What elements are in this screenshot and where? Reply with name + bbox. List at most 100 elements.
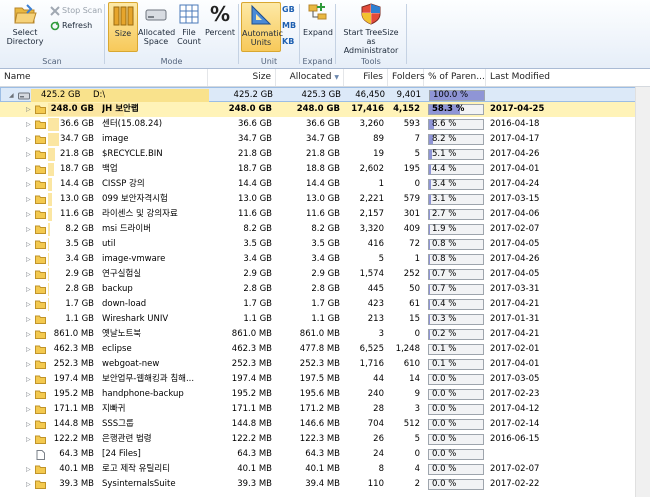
tree-row[interactable]: ▷ 13.0 GB 099 보안자격시험 13.0 GB 13.0 GB 2,221 579… [0,192,650,207]
vertical-scrollbar[interactable] [635,87,650,497]
tree-row[interactable]: ▷ 122.2 MB 은행관련 법령 122.2 MB 122.3 MB 26 5 0.0 %… [0,432,650,447]
tree-row[interactable]: ▷ 3.4 GB image-vmware 3.4 GB 3.4 GB 5 1 0.8 % 20… [0,252,650,267]
unit-gb-button[interactable]: GB [282,5,295,14]
tree-row[interactable]: ▷ 248.0 GB JH 보안랩 248.0 GB 248.0 GB 17,416 4,1… [0,102,650,117]
percent-text: 0.1 % [432,344,457,354]
allocated-cell: 1.1 GB [311,314,340,324]
folders-cell: 7 [414,134,420,144]
column-header-allocated[interactable]: Allocated ▼ [276,69,344,86]
folders-cell: 1,248 [395,344,420,354]
allocated-cell: 252.3 MB [299,359,340,369]
tree-row[interactable]: ▷ 2.9 GB 연구실험실 2.9 GB 2.9 GB 1,574 252 0.7 % 201… [0,267,650,282]
column-header-percent[interactable]: % of Paren... [424,69,486,86]
expand-arrow-icon[interactable]: ▷ [26,417,31,432]
tree-row[interactable]: ▷ 18.7 GB 백업 18.7 GB 18.8 GB 2,602 195 4.4 % 201… [0,162,650,177]
item-name: 로고 제작 유틸리티 [102,464,170,474]
tree-row[interactable]: ▷ 39.3 MB SysinternalsSuite 39.3 MB 39.4 MB 1… [0,477,650,492]
column-header-size[interactable]: Size [208,69,276,86]
expand-arrow-icon[interactable]: ▷ [26,147,31,162]
allocated-space-button[interactable]: Allocated Space [138,2,175,46]
column-header-folders[interactable]: Folders [388,69,425,86]
folders-cell: 9 [414,389,420,399]
unit-mb-button[interactable]: MB [282,21,296,30]
percent-text: 0.7 % [432,284,457,294]
expand-arrow-icon[interactable]: ▷ [26,222,31,237]
column-header-files[interactable]: Files [344,69,388,86]
bar-size-label: 171.1 MB [53,404,94,414]
file-count-button[interactable]: File Count [175,2,203,46]
tree-row[interactable]: ▷ 3.5 GB util 3.5 GB 3.5 GB 416 72 0.8 % 2017-04… [0,237,650,252]
expand-arrow-icon[interactable]: ▷ [26,132,31,147]
percent-text: 0.1 % [432,359,457,369]
tree-row[interactable]: ▷ 40.1 MB 로고 제작 유틸리티 40.1 MB 40.1 MB 8 4 0.0 % 2… [0,462,650,477]
expand-arrow-icon[interactable]: ▷ [26,357,31,372]
tree-row[interactable]: ▷ 861.0 MB 옛날노트북 861.0 MB 861.0 MB 3 0 0.2 % 201… [0,327,650,342]
tree-row[interactable]: ▷ 1.1 GB Wireshark UNIV 1.1 GB 1.1 GB 213 15 0.… [0,312,650,327]
expand-arrow-icon[interactable]: ▷ [26,192,31,207]
allocated-cell: 13.0 GB [305,194,340,204]
tree-row-root[interactable]: ◢ 425.2 GB D:\ 425.2 GB 425.3 GB 46,450 … [0,87,650,102]
expand-arrow-icon[interactable]: ▷ [26,282,31,297]
size-mode-button[interactable]: Size [108,2,138,52]
tree-row[interactable]: ▷ 36.6 GB 센터(15.08.24) 36.6 GB 36.6 GB 3,260 5… [0,117,650,132]
tree-row[interactable]: ▷ 34.7 GB image 34.7 GB 34.7 GB 89 7 8.2 % 2017-… [0,132,650,147]
expand-arrow-icon[interactable]: ▷ [26,237,31,252]
expand-arrow-icon[interactable]: ▷ [26,267,31,282]
expand-arrow-icon[interactable]: ▷ [26,327,31,342]
allocated-cell: 34.7 GB [305,134,340,144]
bar-size-label: 40.1 MB [59,464,94,474]
allocated-cell: 14.4 GB [305,179,340,189]
folder-icon [35,390,46,399]
tree-row[interactable]: ▷ 197.4 MB 보안업무-웹해킹과 침해... 197.4 MB 197.5 MB… [0,372,650,387]
item-name: webgoat-new [102,359,160,369]
select-directory-button[interactable]: Select Directory [3,2,47,46]
bar-size-label: 144.8 MB [53,419,94,429]
expand-arrow-icon[interactable]: ▷ [26,102,31,117]
expand-arrow-icon[interactable]: ▷ [26,402,31,417]
tree-row[interactable]: ▷ 21.8 GB $RECYCLE.BIN 21.8 GB 21.8 GB 19 5 5.1… [0,147,650,162]
expand-arrow-icon[interactable]: ▷ [26,162,31,177]
tree-row[interactable]: ▷ 14.4 GB CISSP 강의 14.4 GB 14.4 GB 1 0 3.4 % 201… [0,177,650,192]
tree-row[interactable]: ▷ 11.6 GB 라이센스 및 강의자료 11.6 GB 11.6 GB 2,157 30… [0,207,650,222]
tree-row[interactable]: ▷ 144.8 MB SSS그룹 144.8 MB 146.6 MB 704 512 0.0 … [0,417,650,432]
percent-bar: 3.4 % [428,179,484,190]
expand-arrow-icon[interactable]: ▷ [26,387,31,402]
folders-cell: 0 [414,329,420,339]
folder-icon [35,465,46,474]
column-header-last-modified[interactable]: Last Modified [486,69,636,86]
tree-row[interactable]: ▷ 2.8 GB backup 2.8 GB 2.8 GB 445 50 0.7 % 2017-… [0,282,650,297]
expand-button[interactable]: Expand [302,2,334,37]
tree-row[interactable]: ▷ 8.2 GB msi 드라이버 8.2 GB 8.2 GB 3,320 409 1.9 %… [0,222,650,237]
stop-scan-button[interactable]: Stop Scan [50,5,102,17]
expand-arrow-icon[interactable]: ▷ [26,432,31,447]
expand-arrow-icon[interactable]: ▷ [26,477,31,492]
expand-arrow-icon[interactable]: ▷ [26,342,31,357]
expand-arrow-icon[interactable]: ▷ [26,252,31,267]
tree-row[interactable]: ▷ 171.1 MB 지빠귀 171.1 MB 171.2 MB 28 3 0.0 % 2017… [0,402,650,417]
expand-arrow-icon[interactable]: ▷ [26,372,31,387]
column-header-name[interactable]: Name [0,69,208,86]
ribbon: Select Directory Stop Scan Refresh Scan … [0,0,650,69]
automatic-units-button[interactable]: Automatic Units [241,2,283,52]
unit-kb-button[interactable]: KB [282,37,294,46]
expand-arrow-icon[interactable]: ▷ [26,462,31,477]
tree-row[interactable]: 64.3 MB [24 Files] 64.3 MB 64.3 MB 24 0 0.0 % [0,447,650,462]
tree-row[interactable]: ▷ 195.2 MB handphone-backup 195.2 MB 195.6 M… [0,387,650,402]
size-cell: 195.2 MB [231,389,272,399]
size-cell: 34.7 GB [237,134,272,144]
expand-arrow-icon[interactable]: ▷ [26,207,31,222]
refresh-button[interactable]: Refresh [50,20,92,32]
allocated-cell: 122.3 MB [299,434,340,444]
expand-arrow-icon[interactable]: ▷ [26,117,31,132]
tree-row[interactable]: ▷ 1.7 GB down-load 1.7 GB 1.7 GB 423 61 0.4 % 20… [0,297,650,312]
start-as-administrator-button[interactable]: Start TreeSize as Administrator [338,2,404,55]
last-modified-cell: 2017-04-06 [490,209,540,219]
expand-arrow-icon[interactable]: ▷ [26,312,31,327]
expand-arrow-icon[interactable]: ▷ [26,177,31,192]
tree-row[interactable]: ▷ 462.3 MB eclipse 462.3 MB 477.8 MB 6,525 1,2… [0,342,650,357]
bar-size-label: 34.7 GB [59,134,94,144]
tree-row[interactable]: ▷ 252.3 MB webgoat-new 252.3 MB 252.3 MB 1,71… [0,357,650,372]
expand-arrow-icon[interactable]: ▷ [26,297,31,312]
percent-button[interactable]: % Percent [204,2,236,37]
collapse-arrow-icon[interactable]: ◢ [9,88,14,103]
